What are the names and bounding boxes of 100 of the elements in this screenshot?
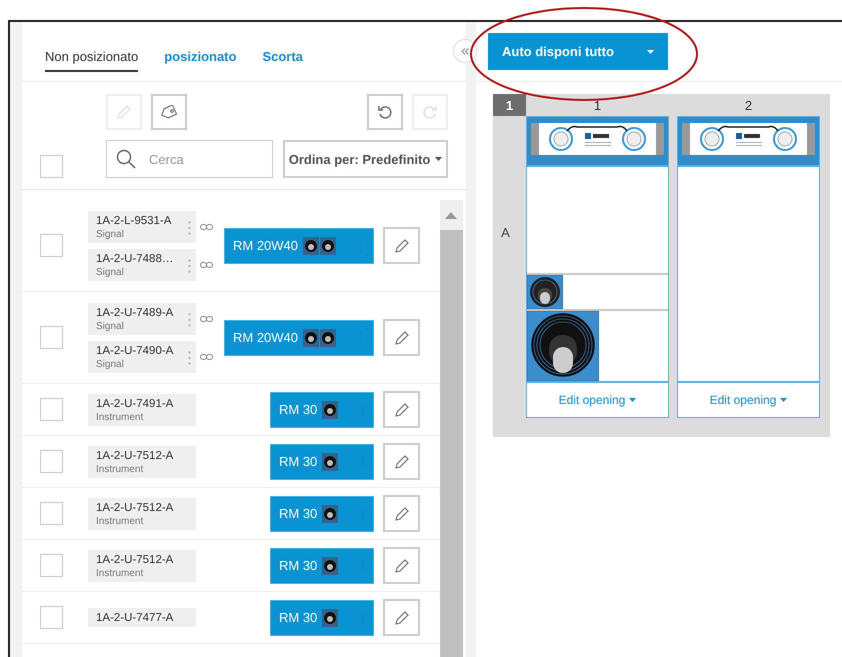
cable-type: Signal [96,358,124,370]
cable-module-drawing [527,275,563,309]
checkbox[interactable] [40,606,63,629]
cable-tag[interactable]: 1A-2-U-7512-A Instrument [88,550,196,582]
cable-id: 1A-2-U-7512-A [96,502,174,514]
column-label: 1 [592,96,602,114]
search-icon [116,149,136,169]
checkbox[interactable] [40,326,63,349]
module-button[interactable]: RM 20W40 [224,320,374,356]
cable-type: Instrument [96,464,144,474]
cable-tag[interactable]: 1A-2-U-7512-A Instrument [88,446,196,478]
cable-tag[interactable]: 1A-2-U-7477-A [88,608,196,627]
checkbox[interactable] [40,502,63,525]
more-icon[interactable] [188,258,191,272]
link-icon [200,354,213,360]
checkbox[interactable] [40,450,63,473]
edit-button[interactable] [383,599,420,636]
caret-icon [780,398,788,402]
cable-module-drawing [527,311,599,381]
tab[interactable]: Non posizionato [45,22,138,72]
cable-tag[interactable]: 1A-2-U-7491-A Instrument [88,394,196,426]
cable-id: 1A-2-U-7488… [96,252,174,264]
checkbox[interactable] [40,398,63,421]
holes-icon [303,328,338,346]
double-chevron-icon [461,48,469,54]
opening[interactable]: Edit opening [677,116,820,418]
cable-tag[interactable]: 1A-2-U-7490-A Signal [88,340,196,372]
checkbox[interactable] [40,234,63,257]
module-button[interactable]: RM 30 [270,548,374,584]
cable-type: Instrument [96,412,144,422]
checkbox[interactable] [40,155,63,178]
more-icon[interactable] [360,330,364,344]
edit-opening-link[interactable]: Edit opening [710,393,788,407]
more-icon[interactable] [360,238,364,252]
search-field[interactable]: Cerca [106,140,273,178]
tag-icon [160,105,178,119]
redo-icon [422,104,438,120]
holes-icon [303,236,338,254]
scroll-up-icon[interactable] [445,212,457,219]
opening[interactable]: Edit opening [526,116,669,418]
cable-id: 1A-2-U-7491-A [96,398,174,410]
more-icon[interactable] [361,506,364,520]
module-button[interactable]: RM 30 [270,600,374,636]
edit-button[interactable] [383,391,420,428]
cable-tag[interactable]: 1A-2-U-7489-A Signal [88,302,196,334]
caret-icon [647,50,654,54]
pencil-icon [394,558,410,574]
cable-id: 1A-2-U-7512-A [96,554,174,566]
more-icon[interactable] [361,610,364,624]
cable-id: 1A-2-U-7512-A [96,450,174,462]
checkbox[interactable] [40,554,63,577]
module-button[interactable]: RM 30 [270,496,374,532]
more-icon[interactable] [188,312,191,326]
more-icon[interactable] [361,402,364,416]
more-icon[interactable] [361,454,364,468]
link-icon [200,224,213,230]
undo-button[interactable] [367,94,403,130]
hole-icon [322,608,338,626]
edit-button[interactable] [383,227,420,264]
pencil-icon [394,610,410,626]
cable-type: Signal [96,228,124,240]
tag-button[interactable] [151,94,187,130]
edit-button[interactable] [383,495,420,532]
cable-id: 1A-2-L-9531-A [96,214,172,226]
edit-button[interactable] [383,319,420,356]
module-button[interactable]: RM 20W40 [224,228,374,264]
cable-type: Signal [96,266,124,278]
more-icon[interactable] [361,558,364,572]
cable-id: 1A-2-U-7477-A [96,612,174,624]
caret-icon [629,398,636,402]
pencil-icon [394,506,410,522]
pencil-icon [116,104,132,120]
edit-button[interactable] [383,547,420,584]
undo-icon [377,104,393,120]
cable-id: 1A-2-U-7489-A [96,306,174,318]
pencil-icon [394,454,410,470]
column-label: 2 [744,96,754,114]
cable-type: Instrument [96,516,144,526]
module-button[interactable]: RM 30 [270,444,374,480]
sort-dropdown[interactable]: Ordina per: Predefinito [283,140,448,178]
more-icon[interactable] [188,220,191,234]
tab[interactable]: posizionato [164,22,236,72]
tab[interactable]: Scorta [262,22,303,72]
pencil-icon [394,330,410,346]
module-button[interactable]: RM 30 [270,392,374,428]
row-label: A [501,224,510,240]
cable-tag[interactable]: 1A-2-U-7512-A Instrument [88,498,196,530]
cable-tag[interactable]: 1A-2-U-7488… Signal [88,248,196,280]
edit-button[interactable] [383,443,420,480]
scrollbar[interactable] [440,200,463,657]
edit-opening-link[interactable]: Edit opening [558,393,636,407]
link-icon [200,316,213,322]
pencil-icon [394,402,410,418]
cable-type: Signal [96,320,124,332]
hole-icon [322,556,338,574]
auto-arrange-button[interactable]: Auto disponi tutto [488,33,668,70]
more-icon[interactable] [188,350,191,364]
cable-tag[interactable]: 1A-2-L-9531-A Signal [88,210,196,242]
hole-icon [322,400,338,418]
hole-icon [322,452,338,470]
